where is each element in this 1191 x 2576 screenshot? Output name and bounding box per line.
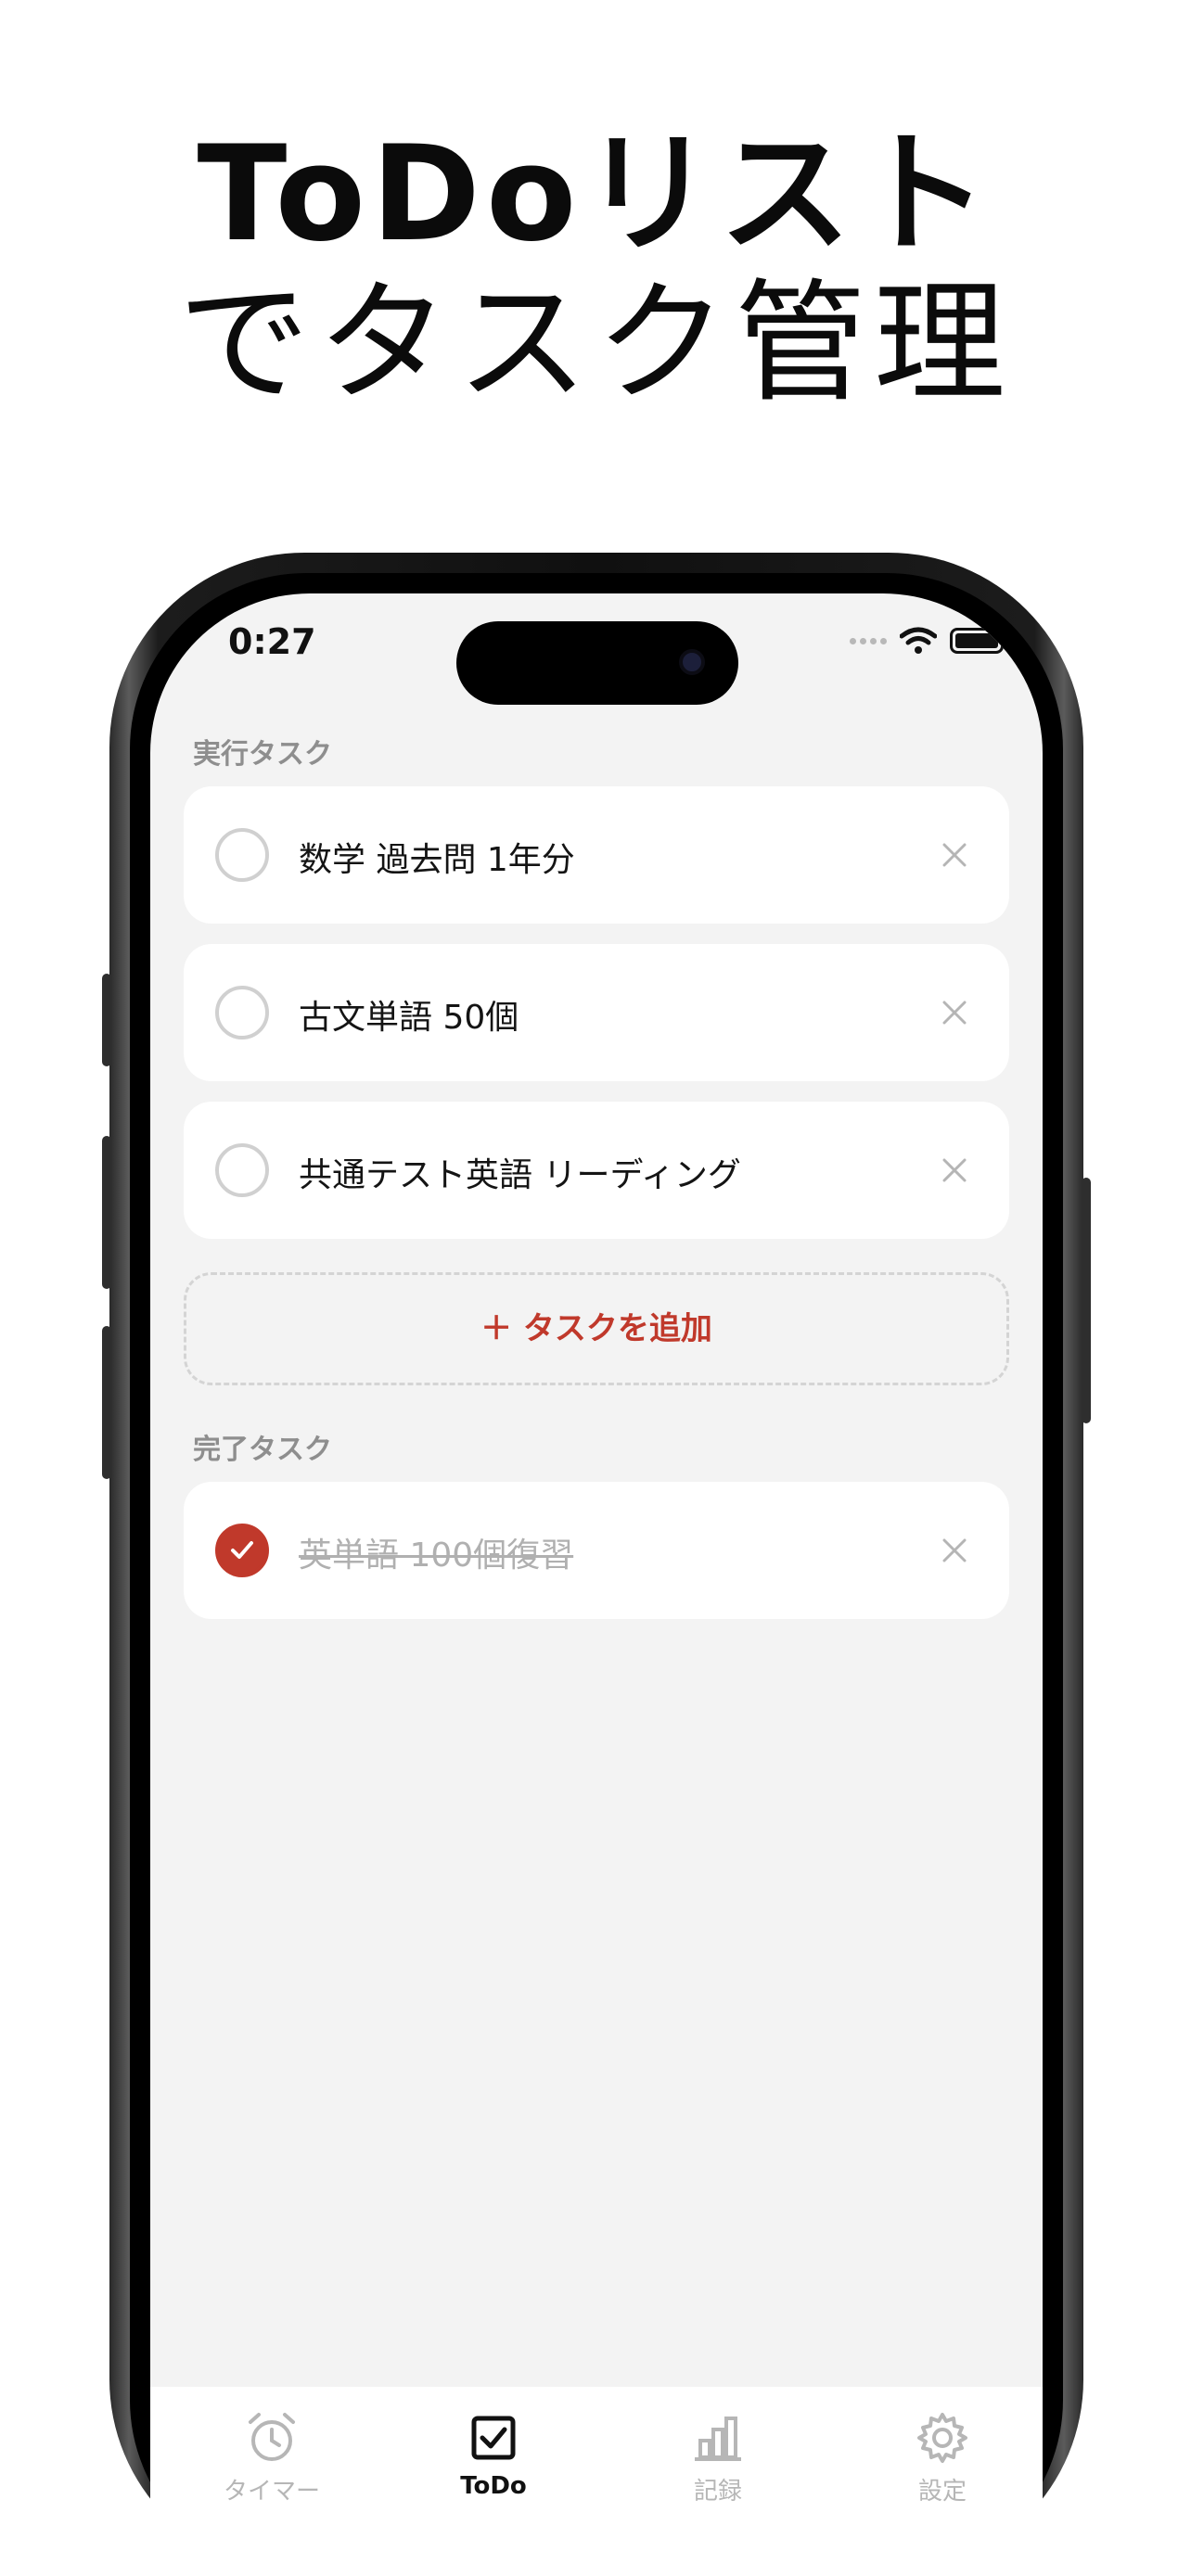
status-time: 0:27	[228, 621, 316, 662]
volume-up-button	[102, 1136, 111, 1289]
tab-todo[interactable]: ToDo	[419, 2409, 568, 2500]
add-task-button[interactable]: ＋ タスクを追加	[184, 1272, 1009, 1385]
marketing-headline: ToDoリスト でタスク管理	[0, 121, 1191, 417]
close-icon[interactable]	[939, 1154, 970, 1186]
task-card[interactable]: 数学 過去問 1年分	[184, 786, 1009, 924]
completed-task-title: 英単語 100個復習	[299, 1537, 574, 1575]
task-title: 数学 過去問 1年分	[299, 841, 575, 879]
action-button	[102, 974, 111, 1066]
volume-down-button	[102, 1326, 111, 1479]
close-icon[interactable]	[939, 839, 970, 871]
cellular-signal-icon	[850, 637, 887, 644]
gear-icon	[917, 2413, 967, 2463]
task-card[interactable]: 共通テスト英語 リーディング	[184, 1102, 1009, 1239]
tab-label: 記録	[693, 2478, 742, 2506]
app-screen: 0:27 実行タスク 数学 過去問 1年分 古文単語 50個 共通テスト英語 リ…	[150, 593, 1043, 2576]
tab-label: 設定	[917, 2478, 967, 2506]
battery-icon	[950, 628, 1008, 654]
headline-line-1: ToDoリスト	[197, 118, 994, 271]
task-checkbox[interactable]	[215, 1143, 269, 1197]
checkmark-icon	[231, 1541, 253, 1559]
tab-label: タイマー	[223, 2478, 320, 2506]
bar-chart-icon	[695, 2417, 741, 2461]
tab-timer[interactable]: タイマー	[198, 2409, 346, 2506]
alarm-clock-icon	[249, 2413, 295, 2461]
tab-settings[interactable]: 設定	[868, 2409, 1017, 2506]
completed-section-label: 完了タスク	[193, 1434, 332, 1466]
active-section-label: 実行タスク	[193, 738, 332, 771]
completed-task-card[interactable]: 英単語 100個復習	[184, 1482, 1009, 1619]
task-checkbox[interactable]	[215, 828, 269, 882]
task-checkbox-checked[interactable]	[215, 1524, 269, 1577]
task-title: 共通テスト英語 リーディング	[299, 1156, 741, 1194]
status-icons	[850, 627, 1008, 655]
tab-bar: タイマー ToDo 記録 設定	[150, 2387, 1043, 2576]
tab-label: ToDo	[460, 2472, 527, 2500]
dynamic-island	[456, 621, 738, 705]
power-button	[1082, 1178, 1091, 1423]
close-icon[interactable]	[939, 997, 970, 1028]
wifi-icon	[900, 627, 937, 654]
task-checkbox[interactable]	[215, 986, 269, 1039]
task-card[interactable]: 古文単語 50個	[184, 944, 1009, 1081]
task-title: 古文単語 50個	[299, 999, 519, 1037]
front-camera-icon	[679, 649, 705, 675]
checkbox-icon	[471, 2416, 516, 2460]
tab-records[interactable]: 記録	[644, 2409, 792, 2506]
close-icon[interactable]	[939, 1535, 970, 1566]
headline-line-2: でタスク管理	[178, 267, 1013, 421]
